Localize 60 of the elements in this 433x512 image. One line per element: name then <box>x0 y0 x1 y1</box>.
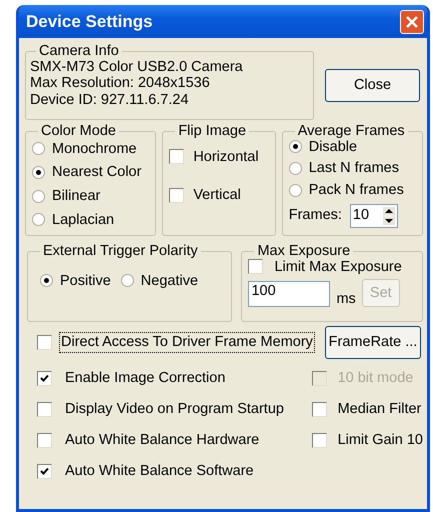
frames-label: Frames: <box>288 207 342 224</box>
checkbox-label[interactable]: Direct Access To Driver Frame Memory <box>61 334 313 351</box>
checkbox[interactable] <box>37 433 52 448</box>
info-text: Max Resolution: 2048x1536 <box>30 75 211 92</box>
checkbox-label[interactable]: Median Filter <box>338 401 422 418</box>
checkbox-label: 10 bit mode <box>338 370 414 387</box>
radio-label[interactable]: Positive <box>60 272 111 290</box>
spin-arrows-icon[interactable] <box>382 206 395 225</box>
info-text: Device ID: 927.11.6.7.24 <box>30 92 190 109</box>
radio-button[interactable] <box>120 274 134 288</box>
group-title: Flip Image <box>177 124 248 138</box>
checkbox-label[interactable]: Limit Max Exposure <box>274 258 402 276</box>
radio-label[interactable]: Bilinear <box>52 188 100 205</box>
checkbox[interactable] <box>169 188 184 203</box>
group-title: Camera Info <box>38 44 120 58</box>
checkbox-label[interactable]: Horizontal <box>193 148 259 166</box>
close-icon[interactable] <box>400 10 424 34</box>
radio-label[interactable]: Laplacian <box>52 212 114 228</box>
checkbox[interactable] <box>37 334 52 350</box>
exposure-field[interactable]: 100 <box>248 281 330 308</box>
radio-button[interactable] <box>288 140 302 154</box>
checkbox-label[interactable]: Auto White Balance Hardware <box>65 432 260 449</box>
group-title: Average Frames <box>296 124 406 138</box>
checkbox[interactable] <box>37 371 52 386</box>
checkbox-label[interactable]: Auto White Balance Software <box>65 463 254 480</box>
radio-button[interactable] <box>32 142 45 156</box>
group-title: Color Mode <box>40 124 117 138</box>
checkbox[interactable] <box>169 149 184 164</box>
radio-button[interactable] <box>288 184 302 197</box>
checkbox-label[interactable]: Limit Gain 10 <box>338 432 423 449</box>
radio-label[interactable]: Last N frames <box>308 160 399 177</box>
group-title: Max Exposure <box>256 244 352 258</box>
radio-button[interactable] <box>40 274 53 288</box>
spin-field[interactable]: 10 <box>350 204 398 228</box>
check-icon <box>40 467 49 476</box>
framerate-button[interactable]: FrameRate ... <box>325 326 421 359</box>
checkbox-label[interactable]: Enable Image Correction <box>65 370 226 387</box>
checkbox[interactable] <box>37 464 52 479</box>
radio-button[interactable] <box>32 190 45 203</box>
radio-label[interactable]: Disable <box>308 138 358 156</box>
radio-button[interactable] <box>288 162 302 175</box>
radio-label[interactable]: Monochrome <box>52 140 137 158</box>
field-value: 10 <box>352 207 370 224</box>
checkbox[interactable] <box>37 402 52 417</box>
window-title: Device Settings <box>26 12 153 32</box>
unit-label: ms <box>336 290 356 308</box>
checkbox[interactable] <box>312 402 327 417</box>
radio-button[interactable] <box>32 213 45 226</box>
checkbox-label[interactable]: Vertical <box>193 187 241 204</box>
radio-label[interactable]: Negative <box>140 272 198 290</box>
radio-label[interactable]: Pack N frames <box>308 182 404 199</box>
radio-button[interactable] <box>32 166 45 179</box>
radio-label[interactable]: Nearest Color <box>52 164 142 181</box>
checkbox[interactable] <box>312 433 327 448</box>
close-button[interactable]: Close <box>325 68 420 102</box>
checkbox[interactable] <box>248 259 264 274</box>
group-title: External Trigger Polarity <box>42 244 199 258</box>
check-icon <box>40 374 49 383</box>
checkbox-label[interactable]: Display Video on Program Startup <box>65 401 284 418</box>
info-text: SMX-M73 Color USB2.0 Camera <box>30 58 244 76</box>
